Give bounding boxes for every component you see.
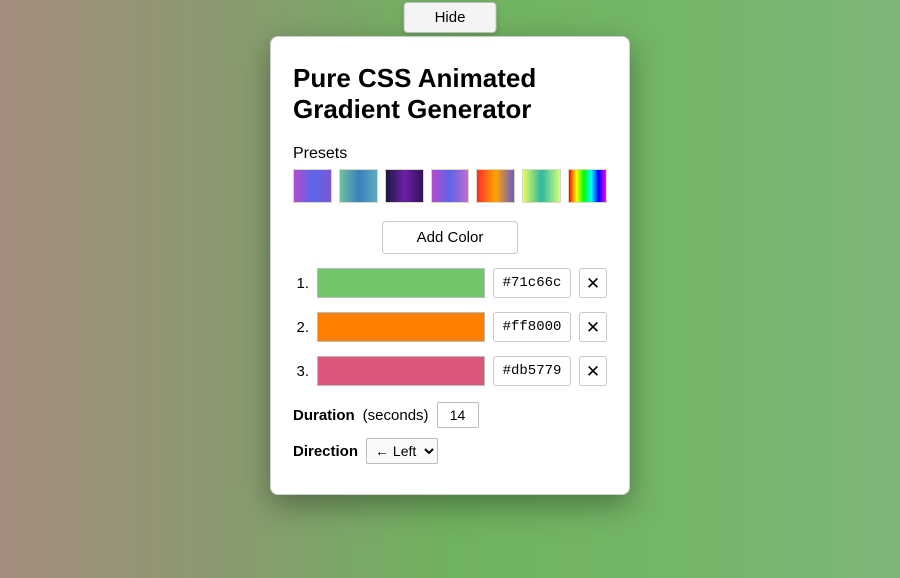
preset-2[interactable] <box>385 169 424 203</box>
color-index: 1. <box>293 275 309 292</box>
preset-3[interactable] <box>431 169 470 203</box>
hex-input-2[interactable] <box>493 312 571 342</box>
close-icon: ✕ <box>586 363 600 380</box>
duration-row: Duration (seconds) <box>293 402 607 428</box>
direction-row: Direction ← Left <box>293 438 607 464</box>
control-panel: Pure CSS Animated Gradient Generator Pre… <box>270 36 630 495</box>
hide-button[interactable]: Hide <box>404 2 497 33</box>
close-icon: ✕ <box>586 275 600 292</box>
hex-input-1[interactable] <box>493 268 571 298</box>
duration-label: Duration <box>293 407 355 424</box>
color-swatch-2[interactable] <box>317 312 485 342</box>
color-swatch-3[interactable] <box>317 356 485 386</box>
preset-0[interactable] <box>293 169 332 203</box>
preset-5[interactable] <box>522 169 561 203</box>
preset-4[interactable] <box>476 169 515 203</box>
hex-input-3[interactable] <box>493 356 571 386</box>
close-icon: ✕ <box>586 319 600 336</box>
preset-6[interactable] <box>568 169 607 203</box>
color-row: 2. ✕ <box>293 312 607 342</box>
color-index: 3. <box>293 363 309 380</box>
add-color-button[interactable]: Add Color <box>382 221 519 254</box>
page-title: Pure CSS Animated Gradient Generator <box>293 63 607 125</box>
direction-label: Direction <box>293 443 358 460</box>
presets-label: Presets <box>293 145 607 163</box>
color-index: 2. <box>293 319 309 336</box>
remove-color-1[interactable]: ✕ <box>579 268 607 298</box>
preset-1[interactable] <box>339 169 378 203</box>
remove-color-2[interactable]: ✕ <box>579 312 607 342</box>
color-list: 1. ✕ 2. ✕ 3. ✕ <box>293 268 607 386</box>
duration-unit: (seconds) <box>363 407 429 424</box>
color-swatch-1[interactable] <box>317 268 485 298</box>
color-row: 3. ✕ <box>293 356 607 386</box>
presets-row <box>293 169 607 203</box>
duration-input[interactable] <box>437 402 479 428</box>
color-row: 1. ✕ <box>293 268 607 298</box>
remove-color-3[interactable]: ✕ <box>579 356 607 386</box>
direction-select[interactable]: ← Left <box>366 438 438 464</box>
